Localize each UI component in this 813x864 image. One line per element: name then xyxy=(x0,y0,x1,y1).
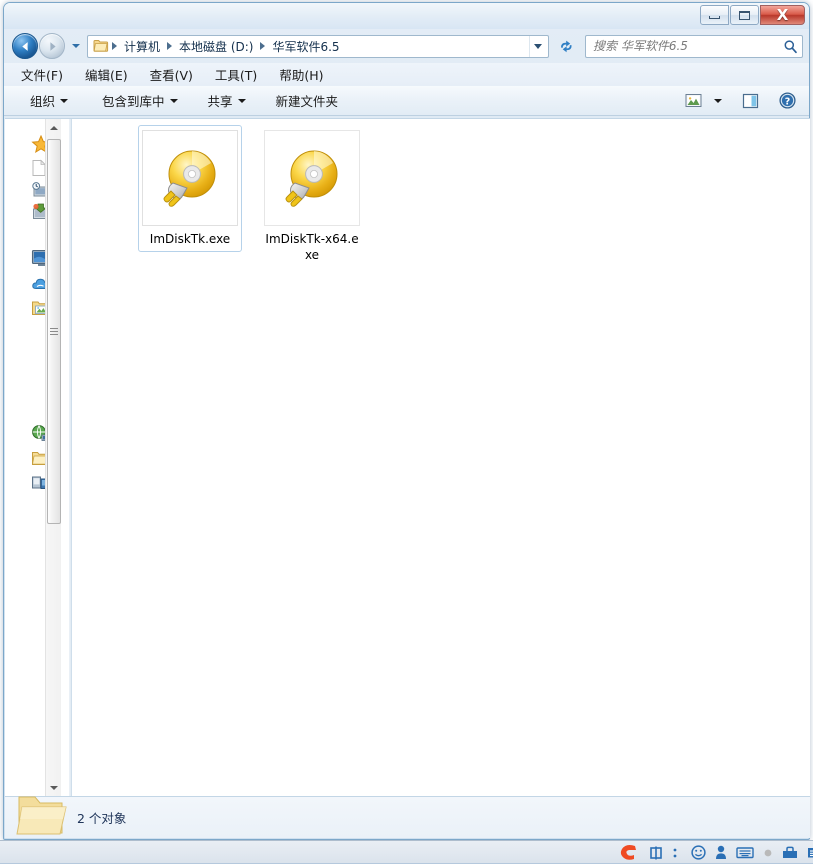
title-bar: X xyxy=(4,3,809,29)
menu-icon[interactable] xyxy=(807,846,813,859)
breadcrumb: 计算机 本地磁盘 (D:) 华军软件6.5 xyxy=(110,36,529,57)
file-list-pane[interactable]: ImDiskTk.exe ImDis xyxy=(72,119,810,798)
menu-file[interactable]: 文件(F) xyxy=(18,63,66,86)
sogou-logo-icon[interactable] xyxy=(618,843,640,863)
file-thumbnail xyxy=(264,130,360,226)
minimize-icon xyxy=(709,16,720,19)
window-controls: X xyxy=(700,5,805,25)
change-view-button[interactable] xyxy=(680,91,707,110)
triangle-up-icon xyxy=(50,126,58,130)
triangle-down-icon xyxy=(50,786,58,790)
chevron-down-icon xyxy=(60,99,68,103)
toolbar-right-group: ? xyxy=(680,90,801,111)
sogou-ime-toolbar[interactable] xyxy=(612,841,813,864)
file-item-imdisktk-x64[interactable]: ImDiskTk-x64.exe xyxy=(260,125,364,268)
address-bar[interactable]: 计算机 本地磁盘 (D:) 华军软件6.5 xyxy=(87,35,549,58)
breadcrumb-item-computer[interactable]: 计算机 xyxy=(119,36,165,57)
new-folder-label: 新建文件夹 xyxy=(276,91,339,110)
svg-text:?: ? xyxy=(785,96,791,107)
scroll-up-arrow[interactable] xyxy=(46,119,62,136)
refresh-icon xyxy=(558,38,575,55)
back-arrow-icon xyxy=(18,39,33,54)
search-icon[interactable] xyxy=(783,39,798,54)
back-button[interactable] xyxy=(12,33,38,59)
recent-pages-dropdown[interactable] xyxy=(69,33,83,59)
menu-bar: 文件(F) 编辑(E) 查看(V) 工具(T) 帮助(H) xyxy=(4,63,809,86)
folder-icon xyxy=(93,39,109,53)
menu-tools[interactable]: 工具(T) xyxy=(212,63,260,86)
search-box[interactable] xyxy=(585,35,803,58)
help-icon: ? xyxy=(779,92,796,109)
breadcrumb-separator[interactable] xyxy=(260,42,265,50)
maximize-button[interactable] xyxy=(730,5,759,25)
large-folder-icon xyxy=(13,791,67,839)
maximize-icon xyxy=(739,11,750,20)
share-label: 共享 xyxy=(208,91,233,110)
keyboard-icon[interactable] xyxy=(736,846,754,859)
breadcrumb-item-local-disk[interactable]: 本地磁盘 (D:) xyxy=(174,36,258,57)
close-button[interactable]: X xyxy=(760,5,805,25)
forward-button[interactable] xyxy=(39,33,65,59)
file-thumbnail xyxy=(142,130,238,226)
status-text: 2 个对象 xyxy=(77,808,126,827)
chevron-down-icon xyxy=(170,99,178,103)
include-in-library-label: 包含到库中 xyxy=(102,91,165,110)
breadcrumb-item-current-folder[interactable]: 华军软件6.5 xyxy=(267,36,344,57)
punctuation-icon[interactable] xyxy=(672,846,682,860)
close-icon: X xyxy=(777,8,789,23)
menu-view[interactable]: 查看(V) xyxy=(147,63,196,86)
share-button[interactable]: 共享 xyxy=(200,88,254,113)
file-name: ImDiskTk.exe xyxy=(140,231,240,247)
desktop-background: X xyxy=(0,0,813,863)
preview-pane-icon xyxy=(742,93,759,109)
menu-help[interactable]: 帮助(H) xyxy=(276,63,326,86)
chinese-mode-icon[interactable] xyxy=(649,846,663,860)
chevron-down-icon xyxy=(72,44,80,48)
address-history-dropdown[interactable] xyxy=(529,36,546,57)
menu-edit[interactable]: 编辑(E) xyxy=(82,63,131,86)
new-folder-button[interactable]: 新建文件夹 xyxy=(268,88,347,113)
optical-disc-installer-icon xyxy=(159,147,221,209)
change-view-dropdown[interactable] xyxy=(709,97,727,105)
navigation-pane[interactable] xyxy=(5,119,69,798)
taskbar xyxy=(0,840,813,863)
file-item-imdisktk[interactable]: ImDiskTk.exe xyxy=(138,125,242,252)
search-input[interactable] xyxy=(593,39,783,53)
smiley-icon[interactable] xyxy=(691,845,706,860)
forward-arrow-icon xyxy=(45,39,60,54)
help-button[interactable]: ? xyxy=(774,90,801,111)
organize-button[interactable]: 组织 xyxy=(22,88,76,113)
preview-pane-button[interactable] xyxy=(737,91,764,111)
toolbox-icon[interactable] xyxy=(782,846,798,859)
explorer-window: X xyxy=(3,2,810,840)
status-bar: 2 个对象 xyxy=(5,796,810,838)
chevron-down-icon xyxy=(714,99,722,103)
address-bar-row: 计算机 本地磁盘 (D:) 华军软件6.5 xyxy=(4,29,809,63)
explorer-body: ImDiskTk.exe ImDis xyxy=(5,118,810,798)
minimize-button[interactable] xyxy=(700,5,729,25)
user-icon[interactable] xyxy=(715,845,727,860)
breadcrumb-separator[interactable] xyxy=(112,42,117,50)
chevron-down-icon xyxy=(238,99,246,103)
navigation-pane-scrollbar[interactable] xyxy=(45,119,61,798)
organize-label: 组织 xyxy=(30,91,55,110)
dot-icon[interactable] xyxy=(763,848,773,858)
optical-disc-installer-icon xyxy=(281,147,343,209)
breadcrumb-separator[interactable] xyxy=(167,42,172,50)
command-toolbar: 组织 包含到库中 共享 新建文件夹 xyxy=(4,86,809,116)
file-name: ImDiskTk-x64.exe xyxy=(262,231,362,263)
view-change-icon xyxy=(685,93,702,108)
scroll-grip-icon xyxy=(50,328,58,335)
chevron-down-icon xyxy=(534,44,542,49)
refresh-button[interactable] xyxy=(554,35,578,58)
include-in-library-button[interactable]: 包含到库中 xyxy=(94,88,186,113)
scroll-thumb[interactable] xyxy=(47,139,61,524)
